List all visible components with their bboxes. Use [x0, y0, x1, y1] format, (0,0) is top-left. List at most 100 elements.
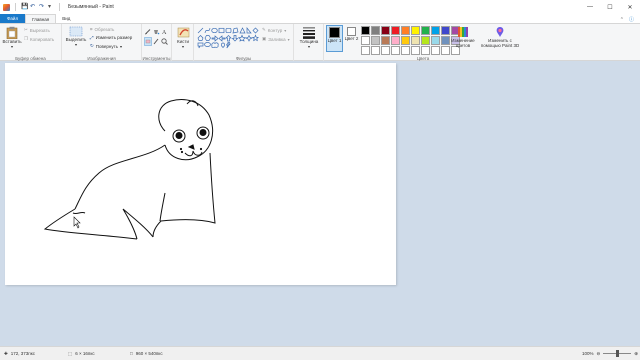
palette-swatch[interactable] [371, 36, 380, 45]
zoom-control: 100% ⊖ ⊕ [582, 350, 638, 357]
zoom-in-icon[interactable]: ⊕ [634, 351, 638, 357]
pencil-icon[interactable] [145, 29, 151, 35]
callout-oval-shape-icon[interactable] [204, 42, 211, 47]
shapes-gallery[interactable] [197, 27, 259, 49]
rotate-button[interactable]: ↻ Повернуть ▾ [90, 43, 122, 49]
select-rectangle-icon [69, 26, 83, 37]
palette-swatch[interactable] [401, 26, 410, 35]
palette-swatch[interactable] [411, 26, 420, 35]
outline-dropdown[interactable]: ✎ Контур ▾ [262, 27, 286, 33]
chevron-down-icon: ▾ [307, 44, 310, 49]
seal-body-line [159, 192, 166, 222]
palette-swatch[interactable] [391, 36, 400, 45]
pentagon-shape-icon[interactable] [197, 35, 204, 41]
palette-swatch[interactable] [391, 26, 400, 35]
palette-swatch[interactable] [431, 36, 440, 45]
palette-swatch[interactable] [411, 36, 420, 45]
down-arrow-shape-icon[interactable] [231, 35, 239, 42]
text-icon[interactable]: A [162, 30, 167, 36]
rounded-rectangle-shape-icon[interactable] [225, 27, 232, 34]
palette-swatch[interactable] [421, 36, 430, 45]
divider [15, 3, 16, 11]
rotate-icon: ↻ [90, 43, 94, 48]
palette-swatch[interactable] [371, 26, 380, 35]
tab-view[interactable]: Вид [56, 14, 76, 23]
hexagon-shape-icon[interactable] [204, 35, 211, 41]
seal-nose [187, 144, 195, 150]
brushes-button[interactable]: Кисти ▾ [174, 26, 192, 49]
palette-swatch[interactable] [421, 46, 430, 55]
palette-swatch[interactable] [381, 36, 390, 45]
rectangle-shape-icon[interactable] [218, 27, 225, 34]
zoom-out-icon[interactable]: ⊖ [597, 351, 601, 357]
up-arrow-shape-icon[interactable] [225, 35, 232, 42]
edit-colors-button[interactable]: Изменение цветов [448, 26, 478, 48]
color2-button[interactable]: Цвет 2 [344, 26, 359, 41]
resize-button[interactable]: ⤢ Изменить размер [90, 35, 132, 40]
color-picker-icon[interactable] [153, 38, 159, 45]
line-thickness-icon [303, 27, 315, 39]
left-arrow-shape-icon[interactable] [218, 35, 226, 42]
collapse-ribbon-icon[interactable]: ⌃ [620, 17, 624, 23]
palette-swatch[interactable] [401, 46, 410, 55]
fill-icon: ▣ [262, 36, 267, 41]
triangle-shape-icon[interactable] [239, 27, 246, 34]
size-button[interactable]: Толщина ▾ [296, 26, 322, 49]
help-icon[interactable]: ⓘ [629, 16, 634, 23]
palette-swatch[interactable] [371, 46, 380, 55]
eraser-icon[interactable] [145, 39, 151, 44]
fill-bucket-icon[interactable] [154, 30, 160, 35]
undo-icon[interactable]: ↶ [30, 4, 36, 10]
oval-shape-icon[interactable] [211, 27, 218, 34]
right-triangle-shape-icon[interactable] [246, 27, 252, 34]
copy-button[interactable]: ❐ Копировать [24, 36, 54, 42]
maximize-button[interactable]: ☐ [600, 0, 620, 14]
right-arrow-shape-icon[interactable] [211, 35, 219, 42]
drawing-canvas[interactable] [5, 63, 396, 285]
palette-swatch[interactable] [421, 26, 430, 35]
color1-button[interactable]: Цвет 1 [326, 25, 343, 52]
paint3d-button[interactable]: Изменить с помощью Paint 3D [480, 26, 520, 48]
palette-swatch[interactable] [361, 36, 370, 45]
fill-dropdown[interactable]: ▣ Заливка ▾ [262, 36, 290, 42]
palette-swatch[interactable] [411, 46, 420, 55]
selection-icon: ⬚ [68, 350, 73, 356]
select-button[interactable]: Выделить ▾ [64, 26, 88, 47]
curve-shape-icon[interactable] [204, 27, 211, 34]
four-point-star-shape-icon[interactable] [244, 34, 254, 42]
palette-swatch[interactable] [381, 46, 390, 55]
heart-shape-icon[interactable] [221, 42, 225, 48]
palette-swatch[interactable] [381, 26, 390, 35]
zoom-text: 100% [582, 351, 594, 356]
six-point-star-shape-icon[interactable] [251, 34, 259, 42]
zoom-slider[interactable] [603, 350, 632, 357]
palette-swatch[interactable] [361, 26, 370, 35]
lightning-shape-icon[interactable] [225, 42, 231, 49]
palette-swatch[interactable] [391, 46, 400, 55]
cut-label: Вырезать [29, 27, 50, 33]
palette-swatch[interactable] [431, 26, 440, 35]
palette-swatch[interactable] [401, 36, 410, 45]
canvas-area[interactable] [0, 61, 640, 346]
tab-file[interactable]: Файл [0, 14, 26, 23]
paint-app-icon[interactable] [3, 3, 10, 11]
diamond-shape-icon[interactable] [252, 27, 259, 34]
redo-icon[interactable]: ↷ [39, 4, 45, 10]
tab-home[interactable]: Главная [25, 14, 57, 23]
crop-button[interactable]: ⌗ Обрезать [90, 27, 114, 32]
magnifier-icon[interactable] [161, 38, 168, 45]
polygon-shape-icon[interactable] [232, 27, 239, 34]
palette-swatch[interactable] [361, 46, 370, 55]
cut-button[interactable]: ✂ Вырезать [24, 27, 50, 33]
zoom-slider-thumb[interactable] [616, 350, 620, 357]
customize-quick-access-icon[interactable]: ▾ [48, 4, 54, 10]
paste-button[interactable]: Вставить ▾ [2, 26, 22, 49]
minimize-button[interactable]: — [580, 0, 600, 14]
star-shape-icon[interactable] [237, 34, 247, 42]
palette-swatch[interactable] [431, 46, 440, 55]
line-shape-icon[interactable] [197, 27, 204, 34]
save-icon[interactable]: 💾 [21, 4, 28, 10]
callout-rect-shape-icon[interactable] [197, 42, 204, 49]
close-button[interactable]: ✕ [620, 0, 640, 14]
cloud-callout-shape-icon[interactable] [211, 42, 219, 49]
